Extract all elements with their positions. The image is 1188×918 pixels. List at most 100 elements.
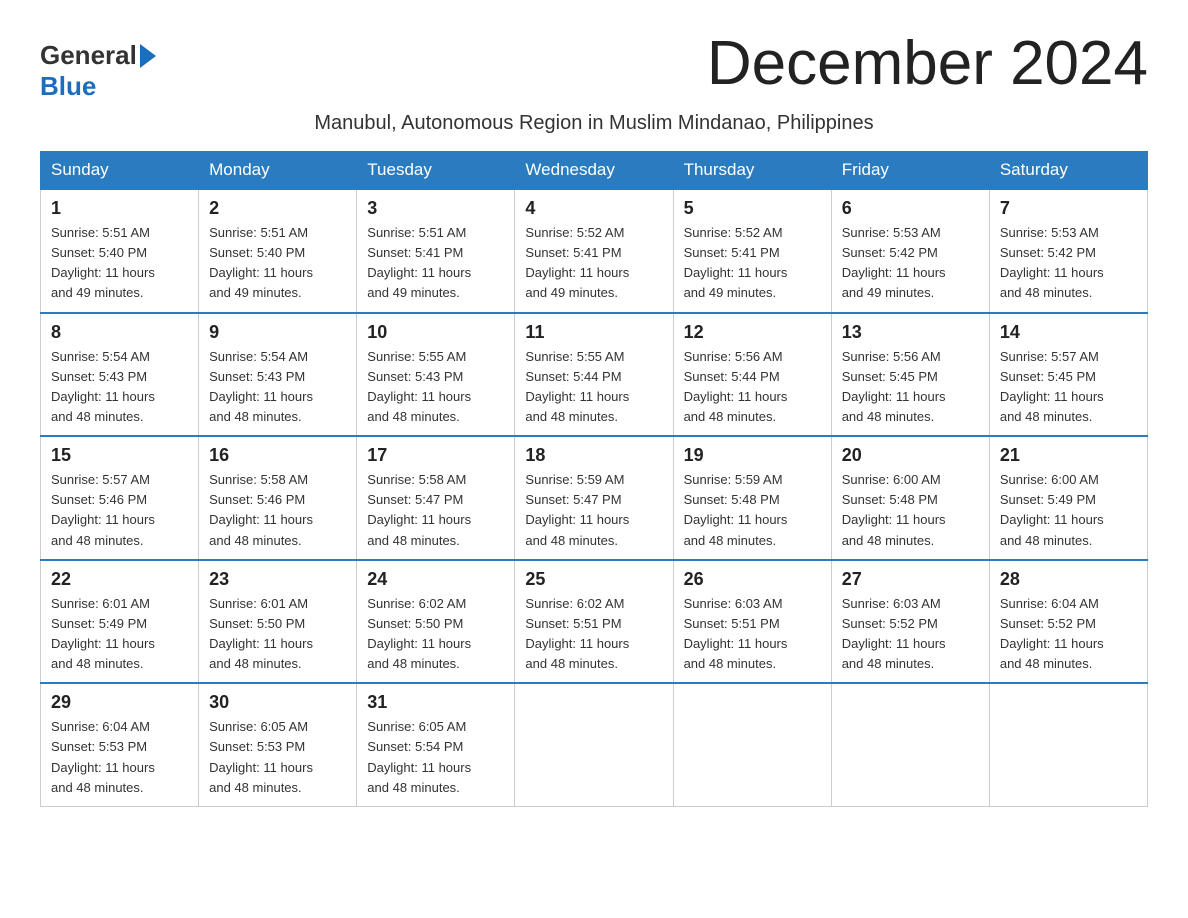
day-info: Sunrise: 5:51 AMSunset: 5:41 PMDaylight:… xyxy=(367,223,504,304)
day-info: Sunrise: 6:05 AMSunset: 5:54 PMDaylight:… xyxy=(367,717,504,798)
month-title: December 2024 xyxy=(707,30,1148,98)
calendar-day-16: 16 Sunrise: 5:58 AMSunset: 5:46 PMDaylig… xyxy=(199,436,357,560)
calendar-week-row: 29 Sunrise: 6:04 AMSunset: 5:53 PMDaylig… xyxy=(41,683,1148,806)
day-info: Sunrise: 6:02 AMSunset: 5:51 PMDaylight:… xyxy=(525,594,662,675)
calendar-day-7: 7 Sunrise: 5:53 AMSunset: 5:42 PMDayligh… xyxy=(989,189,1147,313)
day-number: 18 xyxy=(525,445,662,466)
day-number: 5 xyxy=(684,198,821,219)
calendar-day-9: 9 Sunrise: 5:54 AMSunset: 5:43 PMDayligh… xyxy=(199,313,357,437)
day-number: 6 xyxy=(842,198,979,219)
day-info: Sunrise: 6:04 AMSunset: 5:53 PMDaylight:… xyxy=(51,717,188,798)
day-info: Sunrise: 6:03 AMSunset: 5:52 PMDaylight:… xyxy=(842,594,979,675)
day-number: 1 xyxy=(51,198,188,219)
day-number: 22 xyxy=(51,569,188,590)
day-info: Sunrise: 6:00 AMSunset: 5:48 PMDaylight:… xyxy=(842,470,979,551)
day-info: Sunrise: 5:59 AMSunset: 5:48 PMDaylight:… xyxy=(684,470,821,551)
day-number: 11 xyxy=(525,322,662,343)
day-info: Sunrise: 5:56 AMSunset: 5:45 PMDaylight:… xyxy=(842,347,979,428)
calendar-day-5: 5 Sunrise: 5:52 AMSunset: 5:41 PMDayligh… xyxy=(673,189,831,313)
day-number: 8 xyxy=(51,322,188,343)
day-info: Sunrise: 5:57 AMSunset: 5:46 PMDaylight:… xyxy=(51,470,188,551)
day-number: 15 xyxy=(51,445,188,466)
day-number: 19 xyxy=(684,445,821,466)
day-info: Sunrise: 5:58 AMSunset: 5:47 PMDaylight:… xyxy=(367,470,504,551)
day-number: 20 xyxy=(842,445,979,466)
calendar-day-25: 25 Sunrise: 6:02 AMSunset: 5:51 PMDaylig… xyxy=(515,560,673,684)
calendar-day-10: 10 Sunrise: 5:55 AMSunset: 5:43 PMDaylig… xyxy=(357,313,515,437)
day-number: 16 xyxy=(209,445,346,466)
day-info: Sunrise: 6:00 AMSunset: 5:49 PMDaylight:… xyxy=(1000,470,1137,551)
calendar-header-tuesday: Tuesday xyxy=(357,152,515,190)
day-number: 30 xyxy=(209,692,346,713)
calendar-week-row: 1 Sunrise: 5:51 AMSunset: 5:40 PMDayligh… xyxy=(41,189,1148,313)
calendar-week-row: 8 Sunrise: 5:54 AMSunset: 5:43 PMDayligh… xyxy=(41,313,1148,437)
day-info: Sunrise: 5:55 AMSunset: 5:43 PMDaylight:… xyxy=(367,347,504,428)
day-info: Sunrise: 5:53 AMSunset: 5:42 PMDaylight:… xyxy=(1000,223,1137,304)
calendar-empty-cell xyxy=(515,683,673,806)
day-info: Sunrise: 5:51 AMSunset: 5:40 PMDaylight:… xyxy=(51,223,188,304)
day-number: 14 xyxy=(1000,322,1137,343)
day-number: 27 xyxy=(842,569,979,590)
calendar-header-friday: Friday xyxy=(831,152,989,190)
day-info: Sunrise: 5:52 AMSunset: 5:41 PMDaylight:… xyxy=(525,223,662,304)
logo-general-text: General xyxy=(40,40,137,71)
calendar-header-saturday: Saturday xyxy=(989,152,1147,190)
day-info: Sunrise: 5:54 AMSunset: 5:43 PMDaylight:… xyxy=(51,347,188,428)
calendar-day-17: 17 Sunrise: 5:58 AMSunset: 5:47 PMDaylig… xyxy=(357,436,515,560)
calendar-day-22: 22 Sunrise: 6:01 AMSunset: 5:49 PMDaylig… xyxy=(41,560,199,684)
calendar-day-18: 18 Sunrise: 5:59 AMSunset: 5:47 PMDaylig… xyxy=(515,436,673,560)
day-number: 7 xyxy=(1000,198,1137,219)
day-info: Sunrise: 6:01 AMSunset: 5:49 PMDaylight:… xyxy=(51,594,188,675)
calendar-day-14: 14 Sunrise: 5:57 AMSunset: 5:45 PMDaylig… xyxy=(989,313,1147,437)
calendar-day-23: 23 Sunrise: 6:01 AMSunset: 5:50 PMDaylig… xyxy=(199,560,357,684)
day-number: 21 xyxy=(1000,445,1137,466)
calendar-day-30: 30 Sunrise: 6:05 AMSunset: 5:53 PMDaylig… xyxy=(199,683,357,806)
calendar-day-31: 31 Sunrise: 6:05 AMSunset: 5:54 PMDaylig… xyxy=(357,683,515,806)
day-info: Sunrise: 5:59 AMSunset: 5:47 PMDaylight:… xyxy=(525,470,662,551)
calendar-header-row: SundayMondayTuesdayWednesdayThursdayFrid… xyxy=(41,152,1148,190)
day-number: 2 xyxy=(209,198,346,219)
calendar-empty-cell xyxy=(831,683,989,806)
day-number: 13 xyxy=(842,322,979,343)
calendar-header-thursday: Thursday xyxy=(673,152,831,190)
calendar-day-6: 6 Sunrise: 5:53 AMSunset: 5:42 PMDayligh… xyxy=(831,189,989,313)
day-info: Sunrise: 5:57 AMSunset: 5:45 PMDaylight:… xyxy=(1000,347,1137,428)
page-subtitle: Manubul, Autonomous Region in Muslim Min… xyxy=(40,112,1148,135)
day-number: 25 xyxy=(525,569,662,590)
calendar-empty-cell xyxy=(673,683,831,806)
day-info: Sunrise: 5:55 AMSunset: 5:44 PMDaylight:… xyxy=(525,347,662,428)
calendar-day-1: 1 Sunrise: 5:51 AMSunset: 5:40 PMDayligh… xyxy=(41,189,199,313)
day-number: 9 xyxy=(209,322,346,343)
day-number: 10 xyxy=(367,322,504,343)
day-number: 12 xyxy=(684,322,821,343)
calendar-header-sunday: Sunday xyxy=(41,152,199,190)
day-info: Sunrise: 5:52 AMSunset: 5:41 PMDaylight:… xyxy=(684,223,821,304)
day-number: 17 xyxy=(367,445,504,466)
day-info: Sunrise: 5:56 AMSunset: 5:44 PMDaylight:… xyxy=(684,347,821,428)
calendar-day-11: 11 Sunrise: 5:55 AMSunset: 5:44 PMDaylig… xyxy=(515,313,673,437)
day-number: 31 xyxy=(367,692,504,713)
day-number: 29 xyxy=(51,692,188,713)
calendar-day-12: 12 Sunrise: 5:56 AMSunset: 5:44 PMDaylig… xyxy=(673,313,831,437)
day-info: Sunrise: 5:51 AMSunset: 5:40 PMDaylight:… xyxy=(209,223,346,304)
day-info: Sunrise: 5:54 AMSunset: 5:43 PMDaylight:… xyxy=(209,347,346,428)
calendar-day-28: 28 Sunrise: 6:04 AMSunset: 5:52 PMDaylig… xyxy=(989,560,1147,684)
day-number: 3 xyxy=(367,198,504,219)
calendar-week-row: 15 Sunrise: 5:57 AMSunset: 5:46 PMDaylig… xyxy=(41,436,1148,560)
calendar-day-27: 27 Sunrise: 6:03 AMSunset: 5:52 PMDaylig… xyxy=(831,560,989,684)
logo-blue-text: Blue xyxy=(40,71,96,101)
calendar-day-29: 29 Sunrise: 6:04 AMSunset: 5:53 PMDaylig… xyxy=(41,683,199,806)
calendar-week-row: 22 Sunrise: 6:01 AMSunset: 5:49 PMDaylig… xyxy=(41,560,1148,684)
calendar-day-26: 26 Sunrise: 6:03 AMSunset: 5:51 PMDaylig… xyxy=(673,560,831,684)
day-number: 28 xyxy=(1000,569,1137,590)
calendar-day-4: 4 Sunrise: 5:52 AMSunset: 5:41 PMDayligh… xyxy=(515,189,673,313)
day-info: Sunrise: 5:58 AMSunset: 5:46 PMDaylight:… xyxy=(209,470,346,551)
calendar-table: SundayMondayTuesdayWednesdayThursdayFrid… xyxy=(40,151,1148,807)
calendar-day-24: 24 Sunrise: 6:02 AMSunset: 5:50 PMDaylig… xyxy=(357,560,515,684)
calendar-day-20: 20 Sunrise: 6:00 AMSunset: 5:48 PMDaylig… xyxy=(831,436,989,560)
calendar-day-21: 21 Sunrise: 6:00 AMSunset: 5:49 PMDaylig… xyxy=(989,436,1147,560)
calendar-header-monday: Monday xyxy=(199,152,357,190)
calendar-day-3: 3 Sunrise: 5:51 AMSunset: 5:41 PMDayligh… xyxy=(357,189,515,313)
logo: General Blue xyxy=(40,40,156,102)
calendar-empty-cell xyxy=(989,683,1147,806)
